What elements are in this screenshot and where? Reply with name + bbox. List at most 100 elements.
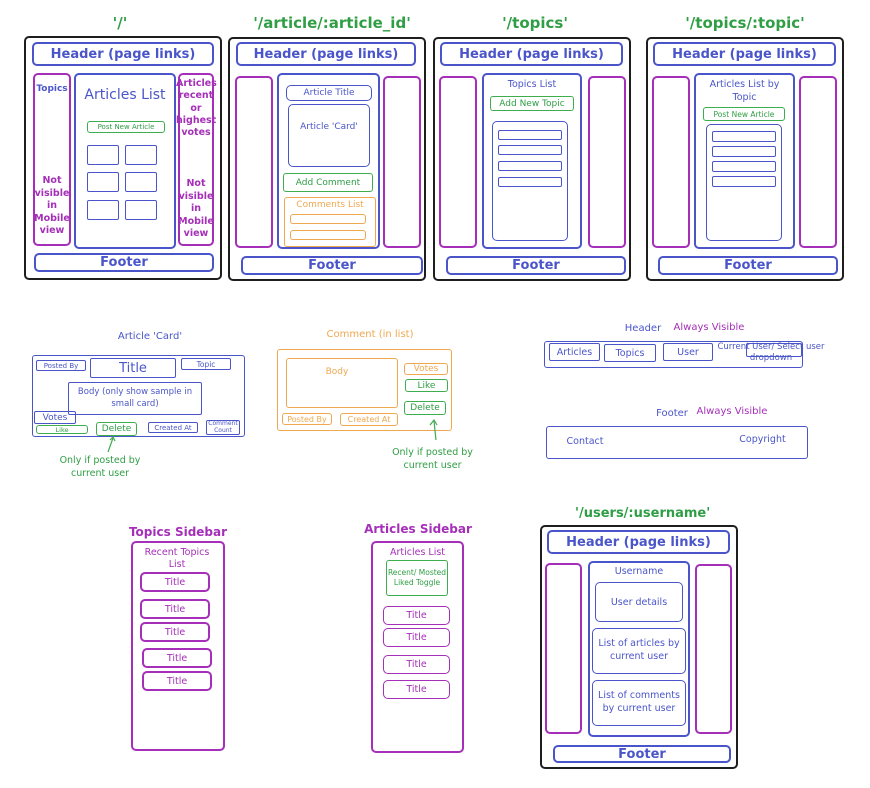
article-comment-item: [290, 230, 366, 240]
articles-sidebar-item[interactable]: Title: [383, 655, 450, 674]
home-header: Header (page links): [32, 42, 214, 66]
card-posted-by-label: Posted By: [43, 361, 79, 370]
article-title-label: Article Title: [303, 88, 355, 98]
article-left-sidebar: [235, 76, 273, 248]
topics-left-sidebar: [439, 76, 477, 248]
topics-sidebar-item-label: Title: [166, 675, 188, 687]
topics-list-item[interactable]: [498, 161, 562, 171]
topics-add-new-label: Add New Topic: [499, 98, 565, 109]
home-left-not-visible: Not visible in Mobile view: [34, 175, 70, 237]
article-comment-item: [290, 214, 366, 224]
user-details-label: User details: [610, 596, 668, 608]
topics-sidebar-heading: Topics Sidebar: [128, 525, 228, 539]
route-topics: '/topics': [502, 14, 568, 32]
article-right-sidebar: [383, 76, 421, 248]
card-like-button[interactable]: Like: [36, 425, 88, 434]
user-footer: Footer: [553, 745, 731, 763]
topics-sidebar-item[interactable]: Title: [142, 671, 212, 691]
comment-votes: Votes: [404, 363, 448, 375]
topics-list-item[interactable]: [498, 130, 562, 140]
header-user-label: User: [677, 346, 699, 358]
topics-list-label: Topics List: [507, 79, 557, 90]
header-user-link[interactable]: User: [663, 343, 713, 361]
topics-sidebar-item[interactable]: Title: [140, 599, 210, 619]
topics-footer-label: Footer: [512, 258, 560, 273]
user-details-box: User details: [595, 582, 683, 622]
article-add-comment-label: Add Comment: [295, 177, 361, 188]
topics-right-sidebar: [588, 76, 626, 248]
route-topic: '/topics/:topic': [685, 14, 805, 32]
card-topic-label: Topic: [196, 359, 216, 369]
topic-list-label: Articles List by Topic: [709, 79, 780, 103]
articles-sidebar-item-label: Title: [406, 632, 427, 643]
topic-list-item[interactable]: [712, 146, 776, 157]
card-note: Only if posted by current user: [59, 455, 141, 479]
home-article-card[interactable]: [87, 200, 119, 220]
home-post-new-button[interactable]: Post New Article: [87, 121, 165, 133]
header-spec-always: Always Visible: [673, 322, 745, 333]
user-comments-box: List of comments by current user: [592, 680, 686, 726]
article-add-comment-button[interactable]: Add Comment: [283, 173, 373, 192]
article-title-box: Article Title: [286, 85, 372, 101]
card-votes-label: Votes: [42, 412, 68, 423]
topics-footer: Footer: [446, 256, 626, 275]
articles-sidebar-list-label: Articles List: [389, 547, 446, 558]
topics-list-item[interactable]: [498, 177, 562, 187]
comment-body-label: Body: [325, 367, 349, 377]
home-footer-label: Footer: [100, 255, 148, 270]
header-articles-label: Articles: [556, 346, 593, 358]
home-right-not-visible: Not visible in Mobile view: [178, 178, 214, 240]
home-article-card[interactable]: [87, 145, 119, 165]
topic-list-item[interactable]: [712, 131, 776, 142]
topic-list-item[interactable]: [712, 161, 776, 172]
user-right-sidebar: [695, 564, 732, 734]
comment-created-at: Created At: [340, 413, 398, 426]
card-delete-button[interactable]: Delete: [96, 422, 137, 436]
card-votes: Votes: [34, 411, 76, 424]
topics-sidebar-item[interactable]: Title: [140, 572, 210, 592]
card-created-at-label: Created At: [154, 423, 192, 432]
comment-like-button[interactable]: Like: [405, 379, 448, 392]
user-header: Header (page links): [547, 530, 730, 554]
home-article-card[interactable]: [125, 172, 157, 192]
home-article-card[interactable]: [125, 145, 157, 165]
article-comments-list-label: Comments List: [296, 200, 364, 210]
topic-list-item[interactable]: [712, 176, 776, 187]
article-card-box: [288, 104, 370, 167]
topic-header-label: Header (page links): [672, 46, 817, 62]
topics-list-item[interactable]: [498, 145, 562, 155]
comment-created-at-label: Created At: [347, 415, 391, 424]
footer-contact-link[interactable]: Contact: [560, 436, 610, 447]
card-topic: Topic: [181, 358, 231, 370]
home-footer: Footer: [34, 253, 214, 272]
home-header-label: Header (page links): [50, 46, 196, 62]
home-article-card[interactable]: [125, 200, 157, 220]
comment-body: [286, 358, 398, 408]
topics-sidebar-item[interactable]: Title: [140, 622, 210, 642]
articles-sidebar-item[interactable]: Title: [383, 680, 450, 699]
header-articles-link[interactable]: Articles: [549, 343, 600, 361]
card-delete-label: Delete: [101, 424, 132, 434]
articles-sidebar-toggle[interactable]: Recent/ Mosted Liked Toggle: [386, 560, 448, 596]
topics-add-new-button[interactable]: Add New Topic: [490, 96, 574, 111]
article-footer-label: Footer: [308, 258, 356, 273]
comment-note: Only if posted by current user: [392, 447, 473, 471]
topic-post-new-button[interactable]: Post New Article: [703, 107, 785, 121]
header-topics-link[interactable]: Topics: [604, 344, 656, 362]
card-like-label: Like: [55, 425, 69, 434]
articles-sidebar-toggle-label: Recent/ Mosted Liked Toggle: [387, 567, 447, 587]
topics-sidebar-recent: Recent Topics List: [144, 547, 210, 571]
comment-note-arrow: [429, 418, 438, 441]
user-username-label: Username: [614, 566, 664, 577]
articles-sidebar-item[interactable]: Title: [383, 628, 450, 647]
articles-sidebar-item[interactable]: Title: [383, 606, 450, 625]
comment-votes-label: Votes: [413, 364, 439, 374]
topics-header-label: Header (page links): [459, 46, 604, 62]
home-article-card[interactable]: [87, 172, 119, 192]
home-side-articles-label: Articles recent or highest votes: [176, 78, 217, 139]
card-comment-count-label: Comment Count: [208, 419, 238, 434]
card-title: Title: [90, 358, 176, 378]
card-title-label: Title: [119, 360, 147, 376]
comment-delete-button[interactable]: Delete: [404, 401, 446, 415]
topics-sidebar-item[interactable]: Title: [142, 648, 212, 668]
